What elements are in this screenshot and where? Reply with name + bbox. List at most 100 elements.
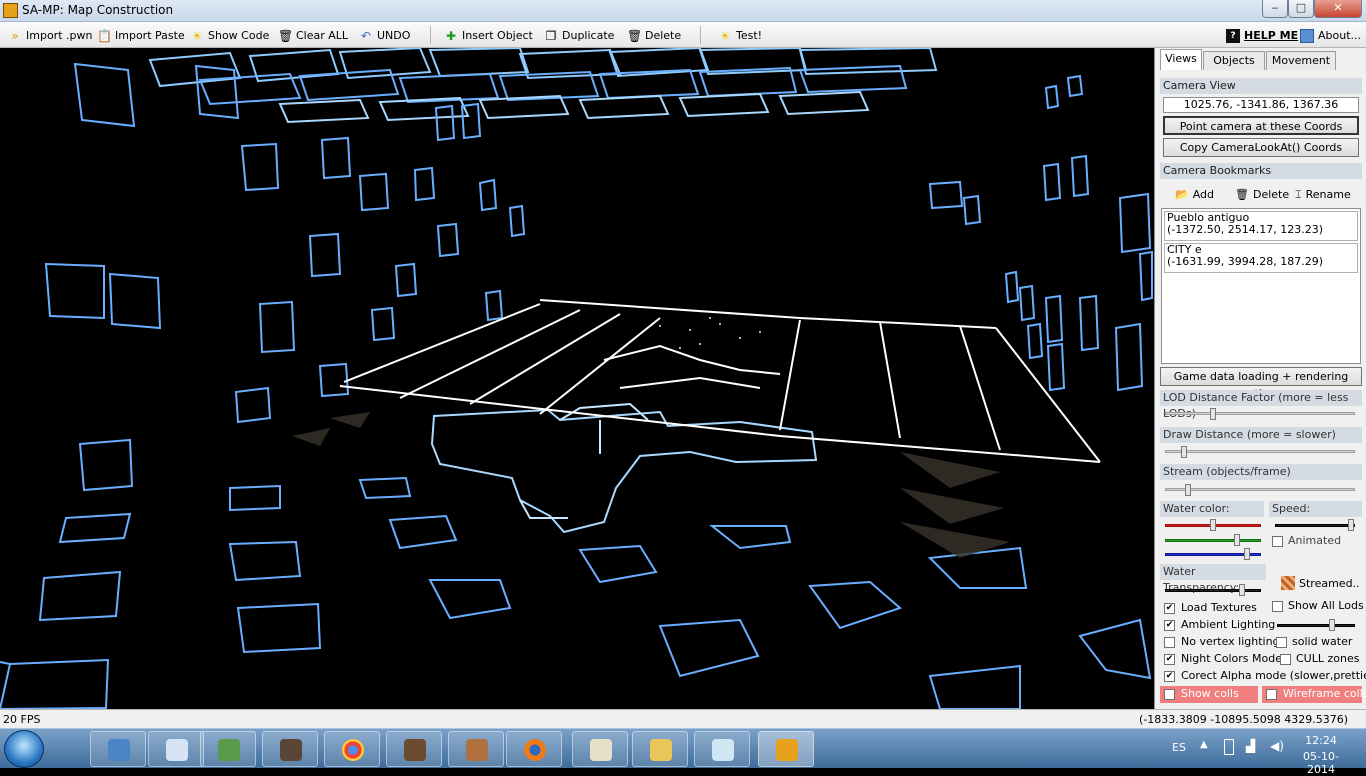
help-me-button[interactable]: ? HELP ME — [1226, 26, 1298, 45]
signal-icon[interactable]: ▟ — [1246, 739, 1255, 753]
maximize-button[interactable]: □ — [1288, 0, 1314, 18]
test-button[interactable]: ☀ Test! — [718, 26, 762, 45]
show-colls-checkbox[interactable] — [1164, 689, 1175, 700]
3d-viewport[interactable] — [0, 48, 1154, 709]
animated-checkbox[interactable] — [1272, 536, 1283, 547]
water-color-label: Water color: — [1160, 501, 1264, 517]
taskbar-app-paint-tool[interactable] — [148, 731, 204, 767]
import-pwn-button[interactable]: » Import .pwn — [8, 26, 92, 45]
no-vertex-lighting-checkbox[interactable] — [1164, 637, 1175, 648]
copy-icon: ❐ — [545, 28, 557, 43]
help-me-label: HELP ME — [1244, 29, 1299, 42]
language-indicator[interactable]: ES — [1172, 741, 1186, 754]
import-paste-button[interactable]: 📋 Import Paste — [97, 26, 185, 45]
streamed-button[interactable]: Streamed.. — [1281, 576, 1360, 590]
stream-slider-track — [1165, 488, 1355, 491]
start-button[interactable] — [4, 730, 44, 768]
taskbar-app-game[interactable] — [262, 731, 318, 767]
speed-label: Speed: — [1269, 501, 1362, 517]
speed-slider[interactable] — [1348, 519, 1354, 531]
load-textures-checkbox[interactable]: ✔ — [1164, 603, 1175, 614]
test-label: Test! — [736, 29, 763, 42]
draw-distance-slider[interactable] — [1181, 446, 1187, 458]
ambient-lighting-checkbox[interactable]: ✔ — [1164, 620, 1175, 631]
paste-icon: 📋 — [97, 28, 112, 43]
chevron-up-icon[interactable]: ▲ — [1200, 739, 1208, 750]
clock-time[interactable]: 12:24 — [1298, 734, 1344, 747]
taskbar-app-firefox[interactable] — [506, 731, 562, 767]
taskbar-app-paint[interactable] — [572, 731, 628, 767]
correct-alpha-checkbox[interactable]: ✔ — [1164, 671, 1175, 682]
water-green-track — [1165, 539, 1261, 542]
trash-icon: 🗑 — [627, 28, 643, 43]
lod-slider-track — [1165, 412, 1355, 415]
taskbar-app-chrome[interactable] — [324, 731, 380, 767]
load-textures-label: Load Textures — [1181, 601, 1257, 614]
bookmark-add-button[interactable]: 📂 Add — [1175, 188, 1214, 201]
avatar-icon — [466, 739, 488, 761]
list-item[interactable]: CITY e (-1631.99, 3994.28, 187.29) — [1164, 243, 1358, 273]
clear-all-button[interactable]: 🗑 Clear ALL — [278, 26, 348, 45]
duplicate-button[interactable]: ❐ Duplicate — [544, 26, 615, 45]
list-item[interactable]: Pueblo antiguo (-1372.50, 2514.17, 123.2… — [1164, 211, 1358, 241]
water-blue-slider[interactable] — [1243, 548, 1250, 560]
render-options-button[interactable]: Game data loading + rendering options — [1160, 367, 1362, 400]
undo-button[interactable]: ↶ UNDO — [359, 26, 410, 45]
show-all-lods-checkbox[interactable] — [1272, 601, 1283, 612]
notes-icon — [712, 739, 734, 761]
stream-slider[interactable] — [1184, 484, 1191, 496]
delete-button[interactable]: 🗑 Delete — [627, 26, 681, 45]
camera-coords-field[interactable]: 1025.76, -1341.86, 1367.36 — [1163, 97, 1359, 113]
night-colors-checkbox[interactable]: ✔ — [1164, 654, 1175, 665]
water-transparency-slider[interactable] — [1238, 584, 1245, 596]
import-pwn-label: Import .pwn — [26, 29, 93, 42]
copy-lookat-button[interactable]: Copy CameraLookAt() Coords — [1163, 138, 1359, 157]
delete-label: Delete — [645, 29, 682, 42]
show-code-button[interactable]: ☀ Show Code — [190, 26, 270, 45]
clear-all-label: Clear ALL — [296, 29, 349, 42]
water-red-slider[interactable] — [1210, 519, 1216, 531]
insert-object-button[interactable]: ✚ Insert Object — [444, 26, 533, 45]
texture-icon — [1281, 576, 1295, 590]
import-paste-label: Import Paste — [115, 29, 185, 42]
window-icon — [1300, 28, 1314, 43]
volume-icon[interactable]: ◀) — [1270, 739, 1284, 753]
taskbar-app-map-construction[interactable] — [758, 731, 814, 767]
cull-zones-checkbox[interactable] — [1280, 654, 1291, 665]
bookmark-delete-label: Delete — [1252, 188, 1290, 201]
taskbar-app-explorer[interactable] — [200, 731, 256, 767]
wireframe-colls-checkbox[interactable] — [1266, 689, 1277, 700]
water-transparency-label: Water Transparency: — [1160, 564, 1266, 594]
tab-objects[interactable]: Objects — [1203, 51, 1265, 70]
bookmark-delete-button[interactable]: 🗑 Delete — [1235, 188, 1289, 201]
undo-icon: ↶ — [360, 28, 372, 43]
minimize-button[interactable]: ‒ — [1262, 0, 1288, 18]
animated-label: Animated — [1288, 534, 1342, 547]
close-button[interactable]: ✕ — [1314, 0, 1362, 18]
about-button[interactable]: About... — [1300, 26, 1361, 45]
tab-movement[interactable]: Movement — [1266, 51, 1336, 70]
window-titlebar: SA-MP: Map Construction ‒ □ ✕ — [0, 0, 1366, 22]
taskbar-app-notes[interactable] — [694, 731, 750, 767]
tab-views[interactable]: Views — [1160, 49, 1202, 70]
bookmark-coords: (-1372.50, 2514.17, 123.23) — [1167, 223, 1324, 236]
cull-zones-label: CULL zones — [1296, 652, 1360, 665]
point-camera-button[interactable]: Point camera at these Coords — [1163, 116, 1359, 135]
firefox-icon — [524, 739, 546, 761]
editor-icon — [166, 739, 188, 761]
taskbar-app-folder[interactable] — [632, 731, 688, 767]
trash-icon: 🗑 — [1235, 188, 1249, 201]
solid-water-checkbox[interactable] — [1276, 637, 1287, 648]
water-green-slider[interactable] — [1234, 534, 1240, 546]
bookmark-rename-button[interactable]: ⌶ Rename — [1295, 188, 1351, 202]
stream-label: Stream (objects/frame) — [1160, 464, 1362, 480]
taskbar-app-sa[interactable] — [448, 731, 504, 767]
folder-add-icon: 📂 — [1175, 188, 1189, 201]
battery-icon[interactable] — [1224, 739, 1234, 755]
ambient-slider[interactable] — [1328, 619, 1335, 631]
lod-slider[interactable] — [1209, 408, 1216, 420]
camera-view-header: Camera View — [1160, 78, 1362, 94]
taskbar-app-network[interactable] — [90, 731, 146, 767]
taskbar-app-samp[interactable] — [386, 731, 442, 767]
clock-date[interactable]: 05-10-2014 — [1290, 750, 1352, 776]
